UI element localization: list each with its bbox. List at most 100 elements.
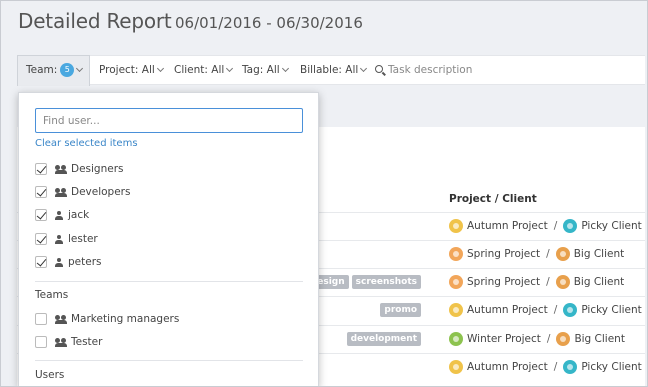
team-filter-dropdown: Clear selected items Designers Developer…: [18, 92, 319, 387]
filter-bar: Team: 5 Project: All Client: All Tag: All…: [17, 55, 645, 86]
checkbox[interactable]: [35, 209, 47, 221]
option-label: Marketing managers: [71, 313, 180, 325]
option-label: peters: [68, 256, 102, 268]
project-name: Winter Project: [467, 333, 541, 345]
chevron-down-icon: [281, 64, 289, 73]
project-name: Autumn Project: [467, 304, 548, 316]
option-label: Tester: [71, 336, 103, 348]
client-icon: [555, 247, 570, 261]
project-icon: [449, 332, 463, 346]
task-description-search[interactable]: Task description: [375, 56, 472, 84]
tag-badge: development: [346, 332, 421, 346]
team-count-badge: 5: [60, 63, 75, 77]
project-name: Spring Project: [467, 276, 541, 288]
users-heading: Users: [35, 369, 65, 381]
client-name: Big Client: [573, 248, 625, 260]
search-icon: [375, 65, 383, 73]
option-lester[interactable]: lester: [35, 231, 98, 247]
project-icon: [449, 303, 463, 317]
option-developers[interactable]: Developers: [35, 184, 130, 200]
option-designers[interactable]: Designers: [35, 161, 124, 177]
separator: /: [553, 220, 558, 232]
project-icon: [449, 219, 463, 233]
project-client-cell[interactable]: Spring Project / Big Client: [449, 247, 624, 261]
user-icon: [55, 257, 63, 267]
project-name: Spring Project: [467, 248, 541, 260]
client-icon: [563, 219, 578, 233]
project-client-cell[interactable]: Spring Project / Big Client: [449, 275, 624, 289]
client-icon: [555, 275, 570, 289]
checkbox[interactable]: [35, 186, 47, 198]
team-filter[interactable]: Team: 5: [17, 55, 90, 86]
project-client-cell[interactable]: Autumn Project / Picky Client: [449, 219, 642, 233]
team-filter-label: Team:: [26, 64, 58, 76]
project-name: Autumn Project: [467, 220, 548, 232]
group-icon: [55, 314, 67, 324]
chevron-down-icon: [76, 64, 84, 73]
separator: /: [553, 361, 558, 373]
project-client-cell[interactable]: Winter Project / Big Client: [449, 332, 625, 346]
client-icon: [556, 332, 571, 346]
divider: [35, 281, 303, 282]
checkbox[interactable]: [35, 336, 47, 348]
user-icon: [55, 234, 63, 244]
option-marketing-managers[interactable]: Marketing managers: [35, 311, 179, 327]
checkbox[interactable]: [35, 233, 47, 245]
option-jack[interactable]: jack: [35, 207, 89, 223]
tag-list: esign screenshots: [313, 275, 421, 289]
chevron-down-icon: [156, 64, 164, 73]
page-title: Detailed Report: [18, 9, 172, 33]
option-label: Designers: [71, 163, 124, 175]
tag-badge: promo: [380, 303, 421, 317]
divider: [35, 360, 303, 361]
client-icon: [563, 360, 578, 374]
teams-heading: Teams: [35, 289, 69, 301]
client-name: Big Client: [573, 276, 625, 288]
tag-filter[interactable]: Tag: All: [242, 56, 289, 84]
project-client-cell[interactable]: Autumn Project / Picky Client: [449, 360, 642, 374]
option-label: jack: [68, 209, 90, 221]
client-icon: [563, 303, 578, 317]
option-label: lester: [68, 233, 98, 245]
checkbox[interactable]: [35, 163, 47, 175]
project-client-cell[interactable]: Autumn Project / Picky Client: [449, 303, 642, 317]
separator: /: [546, 276, 550, 288]
separator: /: [546, 333, 551, 345]
tag-list: development: [346, 332, 421, 346]
tag-badge: screenshots: [351, 275, 421, 289]
client-name: Picky Client: [581, 361, 642, 373]
project-filter[interactable]: Project: All: [99, 56, 164, 84]
clear-selected-link[interactable]: Clear selected items: [35, 138, 138, 149]
user-icon: [55, 210, 63, 220]
task-description-placeholder: Task description: [388, 64, 473, 76]
tag-list: promo: [380, 303, 421, 317]
find-user-input[interactable]: [35, 108, 303, 133]
column-header-project-client: Project / Client: [449, 193, 537, 205]
client-name: Big Client: [574, 333, 625, 345]
date-range[interactable]: 06/01/2016 - 06/30/2016: [175, 14, 363, 32]
billable-filter-label: Billable: All: [300, 64, 359, 76]
group-icon: [55, 187, 67, 197]
client-filter[interactable]: Client: All: [174, 56, 234, 84]
project-icon: [449, 247, 463, 261]
option-label: Developers: [71, 186, 131, 198]
chevron-down-icon: [360, 64, 368, 73]
project-name: Autumn Project: [467, 361, 548, 373]
option-peters[interactable]: peters: [35, 254, 102, 270]
checkbox[interactable]: [35, 256, 47, 268]
billable-filter[interactable]: Billable: All: [300, 56, 368, 84]
client-name: Picky Client: [581, 304, 642, 316]
client-filter-label: Client: All: [174, 64, 225, 76]
tag-filter-label: Tag: All: [242, 64, 280, 76]
checkbox[interactable]: [35, 313, 47, 325]
client-name: Picky Client: [581, 220, 642, 232]
chevron-down-icon: [226, 64, 234, 73]
group-icon: [55, 337, 67, 347]
project-icon: [449, 275, 463, 289]
separator: /: [546, 248, 550, 260]
project-filter-label: Project: All: [99, 64, 155, 76]
group-icon: [55, 164, 67, 174]
separator: /: [553, 304, 558, 316]
project-icon: [449, 360, 463, 374]
option-tester[interactable]: Tester: [35, 334, 102, 350]
